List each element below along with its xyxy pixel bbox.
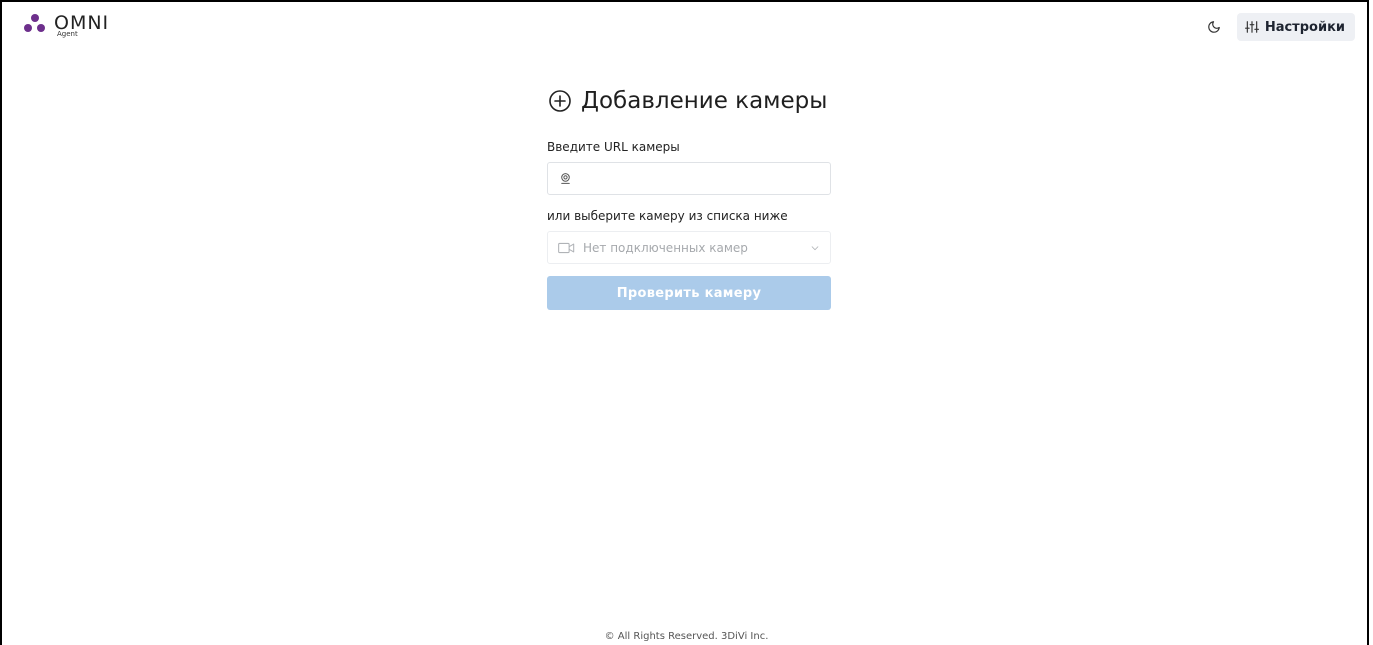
moon-icon bbox=[1208, 21, 1220, 33]
camera-list-label: или выберите камеру из списка ниже bbox=[547, 209, 788, 223]
sliders-icon bbox=[1244, 21, 1259, 33]
camera-select[interactable]: Нет подключенных камер bbox=[547, 231, 831, 264]
url-label: Введите URL камеры bbox=[547, 140, 680, 154]
header-actions: Настройки bbox=[1203, 13, 1355, 41]
check-camera-button[interactable]: Проверить камеру bbox=[547, 276, 831, 310]
chevron-down-icon bbox=[811, 245, 819, 250]
brand-logo[interactable]: OMNI Agent bbox=[24, 14, 109, 38]
settings-label: Настройки bbox=[1264, 19, 1345, 35]
url-input[interactable] bbox=[580, 162, 830, 195]
theme-toggle-button[interactable] bbox=[1203, 16, 1225, 38]
add-camera-form: Добавление камеры Введите URL камеры или… bbox=[547, 88, 831, 310]
logo-dots-icon bbox=[24, 14, 50, 36]
camera-select-value: Нет подключенных камер bbox=[583, 240, 748, 255]
settings-button[interactable]: Настройки bbox=[1236, 13, 1355, 41]
footer-copyright: © All Rights Reserved. 3DiVi Inc. bbox=[604, 631, 769, 642]
page-title-text: Добавление камеры bbox=[581, 88, 828, 114]
page-title: Добавление камеры bbox=[548, 88, 831, 114]
webcam-icon bbox=[561, 173, 570, 184]
url-field[interactable] bbox=[547, 162, 831, 195]
video-camera-icon bbox=[558, 242, 575, 253]
plus-circle-icon bbox=[549, 90, 571, 112]
